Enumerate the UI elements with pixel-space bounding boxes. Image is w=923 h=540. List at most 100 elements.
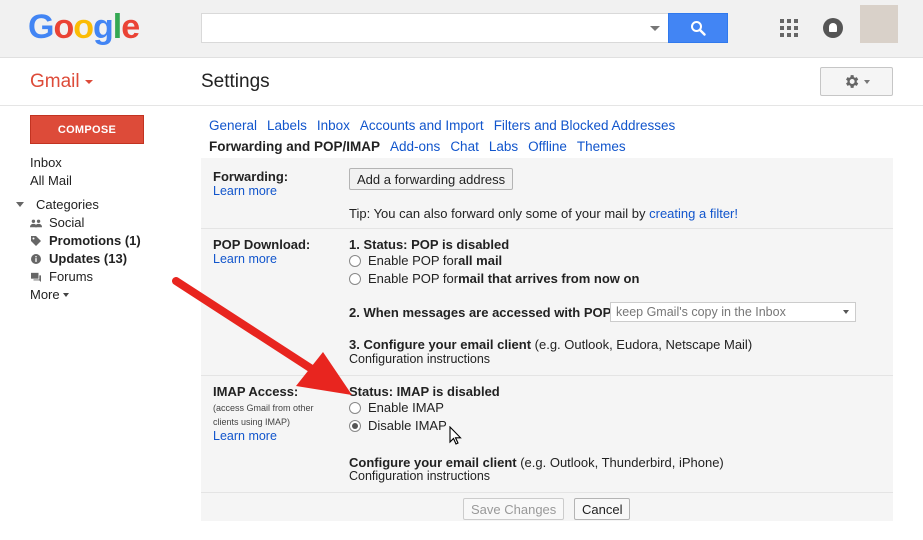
search-icon: [691, 21, 706, 36]
tab-labels[interactable]: Labels: [267, 118, 307, 133]
chevron-down-icon: [843, 310, 849, 314]
search-button[interactable]: [668, 13, 728, 43]
save-changes-button[interactable]: Save Changes: [463, 498, 565, 520]
tab-forwarding-and-pop-imap[interactable]: Forwarding and POP/IMAP: [209, 139, 380, 154]
sidebar-item-more[interactable]: More: [30, 286, 141, 304]
pop-enable-all-text: Enable POP for: [368, 253, 459, 268]
section-divider: [201, 228, 893, 229]
chevron-down-icon: [62, 293, 69, 297]
chevron-down-icon[interactable]: [16, 202, 24, 207]
imap-description-line-1: (access Gmail from other: [213, 403, 314, 413]
notifications-icon[interactable]: [823, 18, 843, 38]
settings-gear-button[interactable]: [820, 67, 893, 96]
logo-letter: o: [53, 8, 74, 46]
tab-themes[interactable]: Themes: [577, 139, 626, 154]
imap-enable-option[interactable]: Enable IMAP: [349, 400, 444, 415]
tab-chat[interactable]: Chat: [450, 139, 479, 154]
imap-description: (access Gmail from other clients using IM…: [213, 401, 323, 429]
imap-configure-bold: Configure your email client: [349, 455, 517, 470]
tab-filters-and-blocked-addresses[interactable]: Filters and Blocked Addresses: [494, 118, 676, 133]
apps-grid-icon[interactable]: [780, 19, 798, 37]
settings-tabs-row-1: General Labels Inbox Accounts and Import Fil…: [209, 118, 685, 133]
sidebar-item-social[interactable]: Social: [30, 214, 141, 232]
pop-enable-new-text: Enable POP for: [368, 271, 459, 286]
pop-step-2: 2. When messages are accessed with POP: [349, 305, 612, 320]
info-icon: [31, 254, 41, 264]
imap-description-line-2: clients using IMAP): [213, 417, 291, 427]
sidebar-item-inbox[interactable]: Inbox: [30, 154, 141, 172]
top-bar: Google: [0, 0, 923, 58]
tag-icon: [31, 236, 41, 246]
sidebar-item-promotions[interactable]: Promotions (1): [30, 232, 141, 250]
logo-letter: G: [28, 8, 54, 46]
mouse-cursor-icon: [449, 426, 462, 445]
sidebar-item-forums[interactable]: Forums: [30, 268, 141, 286]
imap-disable-option[interactable]: Disable IMAP: [349, 418, 447, 433]
compose-button[interactable]: COMPOSE: [30, 115, 144, 144]
search-options-chevron-icon[interactable]: [650, 26, 660, 31]
pop-enable-all-radio[interactable]: [349, 254, 361, 267]
tab-labs[interactable]: Labs: [489, 139, 518, 154]
imap-configuration-instructions-link[interactable]: Configuration instructions: [349, 469, 490, 483]
pop-status: 1. Status: POP is disabled: [349, 237, 510, 252]
chevron-down-icon: [864, 79, 870, 84]
forum-icon: [31, 272, 41, 282]
imap-disable-label: Disable IMAP: [368, 418, 447, 433]
page-title: Settings: [201, 71, 270, 92]
imap-learn-more-link[interactable]: Learn more: [213, 429, 277, 443]
pop-step-3: 3. Configure your email client (e.g. Out…: [349, 337, 752, 352]
logo-letter: l: [112, 8, 123, 46]
pop-step-3-rest: (e.g. Outlook, Eudora, Netscape Mail): [531, 337, 753, 352]
pop-enable-new-bold: mail that arrives from now on: [458, 271, 640, 286]
pop-enable-new-option[interactable]: Enable POP for mail that arrives from no…: [349, 271, 639, 286]
pop-learn-more-link[interactable]: Learn more: [213, 252, 277, 266]
tab-accounts-and-import[interactable]: Accounts and Import: [360, 118, 484, 133]
people-icon: [30, 219, 42, 228]
search-input[interactable]: [202, 14, 642, 42]
sidebar-item-updates[interactable]: Updates (13): [30, 250, 141, 268]
imap-configure-rest: (e.g. Outlook, Thunderbird, iPhone): [516, 455, 724, 470]
sidebar-item-categories[interactable]: Categories: [16, 196, 141, 214]
imap-access-label: IMAP Access:: [213, 384, 299, 399]
sidebar-item-promotions-label: Promotions (1): [49, 233, 141, 248]
cancel-button[interactable]: Cancel: [574, 498, 631, 520]
pop-action-select[interactable]: keep Gmail's copy in the Inbox: [610, 302, 856, 322]
tab-offline[interactable]: Offline: [528, 139, 567, 154]
add-forwarding-address-button[interactable]: Add a forwarding address: [349, 168, 514, 190]
imap-configure-client: Configure your email client (e.g. Outloo…: [349, 455, 724, 470]
pop-action-select-value: keep Gmail's copy in the Inbox: [616, 305, 786, 319]
pop-enable-all-option[interactable]: Enable POP for all mail: [349, 253, 502, 268]
forwarding-tip: Tip: You can also forward only some of y…: [349, 206, 738, 221]
chevron-down-icon: [84, 79, 93, 84]
gear-icon: [846, 75, 859, 88]
gmail-menu[interactable]: Gmail: [30, 71, 93, 93]
pop-configuration-instructions-link[interactable]: Configuration instructions: [349, 352, 490, 366]
forwarding-tip-text: Tip: You can also forward only some of y…: [349, 206, 650, 221]
sidebar-item-all-mail[interactable]: All Mail: [30, 172, 141, 190]
forwarding-learn-more-link[interactable]: Learn more: [213, 184, 277, 198]
sidebar-item-forums-label: Forums: [49, 269, 94, 284]
imap-disable-radio[interactable]: [349, 419, 361, 432]
forwarding-label: Forwarding:: [213, 169, 289, 184]
avatar[interactable]: [860, 5, 898, 43]
gmail-label: Gmail: [30, 71, 80, 92]
tab-general[interactable]: General: [209, 118, 257, 133]
tab-inbox[interactable]: Inbox: [317, 118, 350, 133]
logo-letter: e: [121, 8, 140, 46]
imap-enable-radio[interactable]: [349, 401, 361, 414]
imap-enable-label: Enable IMAP: [368, 400, 444, 415]
logo-letter: g: [93, 8, 114, 46]
header-divider: [0, 105, 923, 106]
settings-tabs-row-2: Forwarding and POP/IMAP Add-ons Chat Labs Of…: [209, 139, 636, 154]
logo-letter: o: [73, 8, 94, 46]
sidebar-item-social-label: Social: [49, 215, 85, 230]
create-filter-link[interactable]: creating a filter!: [649, 206, 738, 221]
pop-enable-new-radio[interactable]: [349, 272, 361, 285]
pop-step-3-bold: 3. Configure your email client: [349, 337, 532, 352]
search-box[interactable]: [201, 13, 669, 43]
tab-add-ons[interactable]: Add-ons: [390, 139, 440, 154]
section-divider: [201, 492, 893, 493]
google-logo[interactable]: Google: [28, 8, 140, 47]
pop-enable-all-bold: all mail: [458, 253, 503, 268]
sidebar-item-more-label: More: [30, 287, 60, 302]
